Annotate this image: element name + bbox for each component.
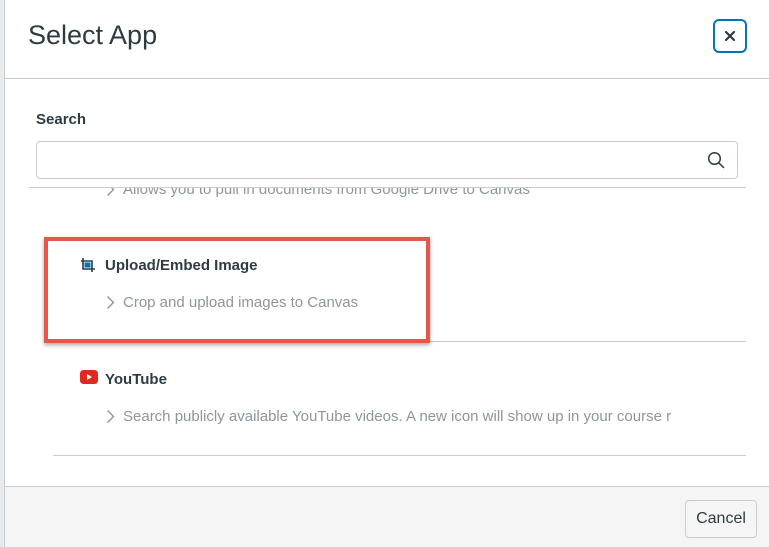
app-description-google-drive: Allows you to pull in documents from Goo… xyxy=(106,188,530,198)
app-description: Search publicly available YouTube videos… xyxy=(106,408,671,425)
dialog-footer: Cancel xyxy=(5,486,769,547)
search-label: Search xyxy=(36,111,87,128)
close-button[interactable] xyxy=(713,19,747,53)
list-item-youtube[interactable]: YouTube Search publicly available YouTub… xyxy=(53,366,746,426)
highlight-box xyxy=(44,237,430,343)
search-input[interactable] xyxy=(37,142,707,178)
cancel-button[interactable]: Cancel xyxy=(685,500,757,538)
chevron-right-icon xyxy=(107,188,115,196)
dialog-header: Select App xyxy=(5,0,769,79)
chevron-right-icon[interactable] xyxy=(106,409,115,424)
app-name[interactable]: YouTube xyxy=(105,371,167,388)
list-separator xyxy=(53,455,746,456)
youtube-icon xyxy=(80,370,98,384)
dialog-title: Select App xyxy=(28,20,158,50)
search-icon xyxy=(707,151,725,169)
close-icon xyxy=(724,30,736,42)
search-field[interactable] xyxy=(36,141,738,179)
